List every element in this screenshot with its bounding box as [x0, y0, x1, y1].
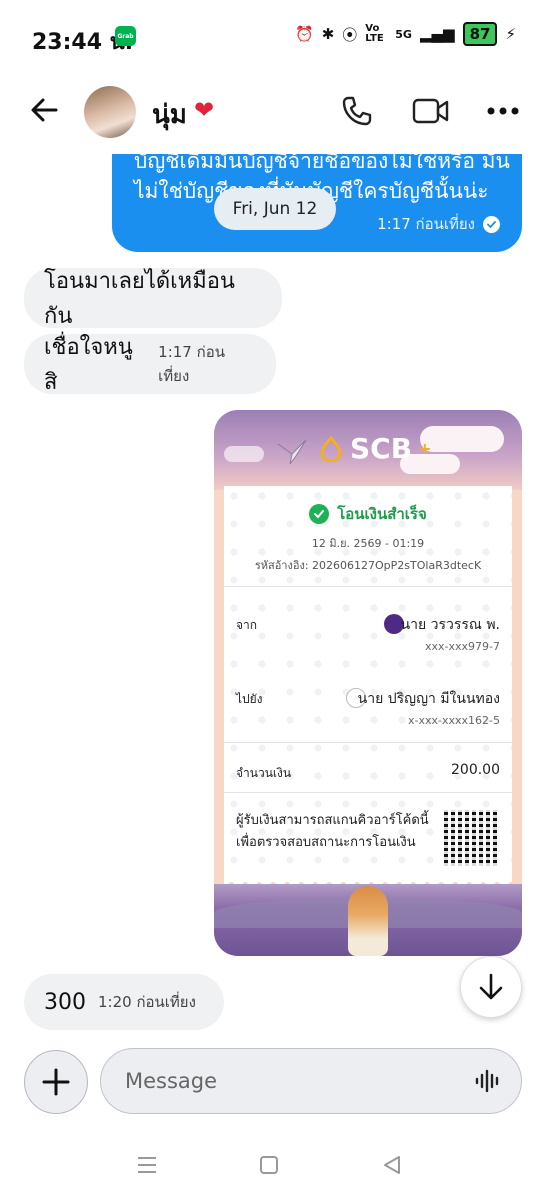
brand-name: SCB — [350, 432, 413, 465]
from-account: xxx-xxx979-7 — [425, 640, 500, 653]
date-separator: Fri, Jun 12 — [214, 188, 336, 230]
cloud-shape — [224, 446, 264, 462]
heart-emoji: ❤ — [194, 96, 215, 124]
from-name: นาย วรวรรณ พ. — [400, 617, 500, 633]
grab-app-icon: Grab — [115, 26, 136, 46]
amount-value: 200.00 — [451, 762, 500, 778]
scb-logo: SCB + — [318, 432, 431, 465]
add-attachment-button[interactable] — [24, 1050, 88, 1114]
voice-message-icon[interactable] — [475, 1069, 501, 1093]
incoming-message-bubble[interactable]: โอนมาเลยได้เหมือนกัน — [24, 268, 282, 329]
message-text: 300 — [44, 989, 86, 1015]
amount-label: จำนวนเงิน — [236, 766, 292, 780]
delivered-check-icon — [483, 215, 500, 233]
network-type: 5G — [395, 27, 412, 41]
incoming-message-bubble[interactable]: เชื่อใจหนูสิ 1:17 ก่อนเที่ยง — [24, 334, 276, 395]
location-icon: ⦿ — [342, 25, 358, 44]
to-account: x-xxx-xxxx162-5 — [408, 714, 500, 727]
more-options-icon[interactable] — [486, 104, 520, 118]
alarm-icon: ⏰ — [295, 25, 314, 43]
chat-header: นุ่ม ❤ — [0, 78, 546, 142]
battery-level: 87 — [462, 22, 498, 46]
home-icon[interactable] — [260, 1156, 278, 1174]
transfer-datetime: 12 มิ.ย. 2569 - 01:19 — [311, 537, 425, 550]
transfer-receipt-image[interactable]: SCB + โอนเงินสำเร็จ 12 มิ.ย. 2569 - 01:1… — [214, 410, 522, 956]
divider — [224, 792, 512, 793]
message-meta: 1:17 ก่อนเที่ยง — [377, 212, 500, 236]
qr-code — [444, 810, 500, 866]
status-bar: 23:44 น. Grab ⏰ ✱ ⦿ Vo LTE 5G ▂▄▆ 87 ⚡ — [0, 0, 546, 72]
system-nav-bar — [0, 1138, 546, 1199]
message-text: เชื่อใจหนูสิ — [44, 335, 133, 395]
shiba-dog-illustration — [348, 886, 388, 956]
bird-icon — [277, 439, 307, 465]
nav-back-icon[interactable] — [382, 1155, 402, 1175]
divider — [224, 586, 512, 587]
incoming-message-bubble[interactable]: 300 1:20 ก่อนเที่ยง — [24, 974, 224, 1030]
contact-avatar[interactable] — [84, 86, 136, 138]
qr-instructions: ผู้รับเงินสามารถสแกนคิวอาร์โค้ดนี้ เพื่อ… — [236, 810, 436, 854]
charging-icon: ⚡ — [505, 25, 516, 43]
volte-icon: Vo LTE — [365, 23, 384, 44]
divider — [224, 742, 512, 743]
qr-text-line: เพื่อตรวจสอบสถานะการโอนเงิน — [236, 835, 416, 850]
message-time: 1:17 ก่อนเที่ยง — [377, 215, 475, 233]
from-label: จาก — [236, 618, 258, 632]
phone-call-icon[interactable] — [340, 94, 374, 128]
message-input[interactable]: Message — [100, 1048, 522, 1114]
status-icons: ⏰ ✱ ⦿ Vo LTE 5G ▂▄▆ 87 ⚡ — [295, 22, 516, 46]
plus-icon: + — [418, 439, 432, 458]
signal-icon: ▂▄▆ — [419, 25, 455, 43]
qr-text-line: ผู้รับเงินสามารถสแกนคิวอาร์โค้ดนี้ — [236, 813, 429, 828]
message-time: 1:20 ก่อนเที่ยง — [98, 993, 196, 1011]
to-label: ไปยัง — [236, 692, 263, 706]
cloud-shape — [420, 426, 504, 452]
back-arrow-icon[interactable] — [28, 94, 60, 126]
receipt-paper: โอนเงินสำเร็จ 12 มิ.ย. 2569 - 01:19 รหัส… — [224, 486, 512, 882]
video-call-icon[interactable] — [412, 96, 450, 126]
bluetooth-icon: ✱ — [321, 25, 335, 43]
message-time: 1:17 ก่อนเที่ยง — [158, 343, 225, 385]
contact-name[interactable]: นุ่ม — [152, 94, 187, 135]
scroll-to-bottom-button[interactable] — [460, 956, 522, 1018]
recent-apps-icon[interactable] — [136, 1156, 158, 1174]
scb-logo-icon — [320, 435, 342, 462]
transfer-status: โอนเงินสำเร็จ — [224, 502, 512, 526]
reference-number: รหัสอ้างอิง: 202606127OpP2sTOlaR3dtecK — [254, 559, 482, 572]
message-placeholder: Message — [125, 1069, 218, 1093]
to-name: นาย ปริญญา มีในนทอง — [357, 691, 500, 707]
plus-icon — [42, 1068, 70, 1096]
message-text: โอนมาเลยได้เหมือนกัน — [44, 269, 235, 329]
status-text: โอนเงินสำเร็จ — [337, 505, 427, 523]
arrow-down-icon — [479, 973, 503, 1000]
success-check-icon — [309, 504, 330, 524]
